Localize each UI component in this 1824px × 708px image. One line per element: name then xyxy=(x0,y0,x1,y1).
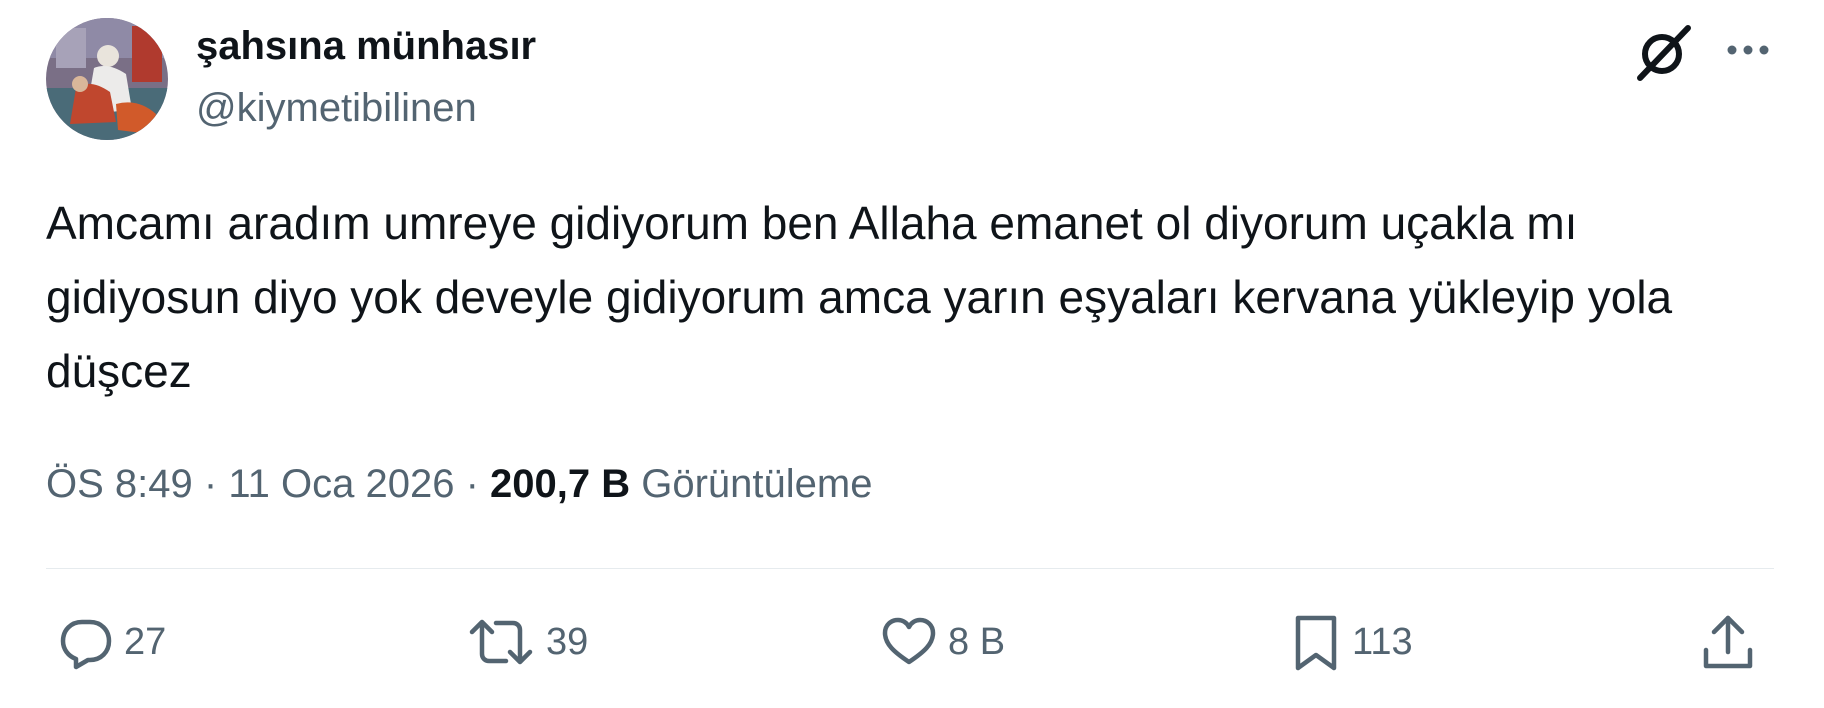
user-handle[interactable]: @kiymetibilinen xyxy=(196,84,477,132)
display-name[interactable]: şahsına münhasır xyxy=(196,22,536,70)
share-icon xyxy=(1703,615,1753,669)
reply-count: 27 xyxy=(124,621,167,663)
bookmark-icon xyxy=(1295,615,1337,671)
tweet-meta: ÖS 8:49 · 11 Oca 2026 · 200,7 B Görüntül… xyxy=(46,456,872,512)
views-label: Görüntüleme xyxy=(641,462,873,506)
views-count: 200,7 B xyxy=(490,462,631,506)
divider xyxy=(46,568,1774,569)
avatar-image xyxy=(46,18,168,140)
tweet-text: Amcamı aradım umreye gidiyorum ben Allah… xyxy=(46,197,1673,397)
tweet-date[interactable]: 11 Oca 2026 xyxy=(228,462,454,506)
reply-button[interactable]: 27 xyxy=(58,612,166,672)
reply-icon xyxy=(60,619,112,670)
retweet-button[interactable]: 39 xyxy=(466,612,588,672)
bookmark-button[interactable]: 113 xyxy=(1290,612,1413,672)
retweet-icon xyxy=(469,619,533,665)
more-icon[interactable] xyxy=(1722,28,1774,72)
tweet-time[interactable]: ÖS 8:49 xyxy=(46,462,193,506)
like-count: 8 B xyxy=(948,621,1006,663)
tweet-card: şahsına münhasır @kiymetibilinen Amcamı … xyxy=(0,0,1824,708)
retweet-count: 39 xyxy=(546,621,589,663)
meta-separator: · xyxy=(465,462,479,506)
like-button[interactable]: 8 B xyxy=(880,612,1005,672)
avatar[interactable] xyxy=(46,18,168,140)
heart-icon xyxy=(882,617,936,665)
bookmark-count: 113 xyxy=(1352,621,1413,663)
meta-separator: · xyxy=(203,462,218,506)
share-button[interactable] xyxy=(1700,612,1756,672)
grok-icon[interactable] xyxy=(1632,20,1696,84)
